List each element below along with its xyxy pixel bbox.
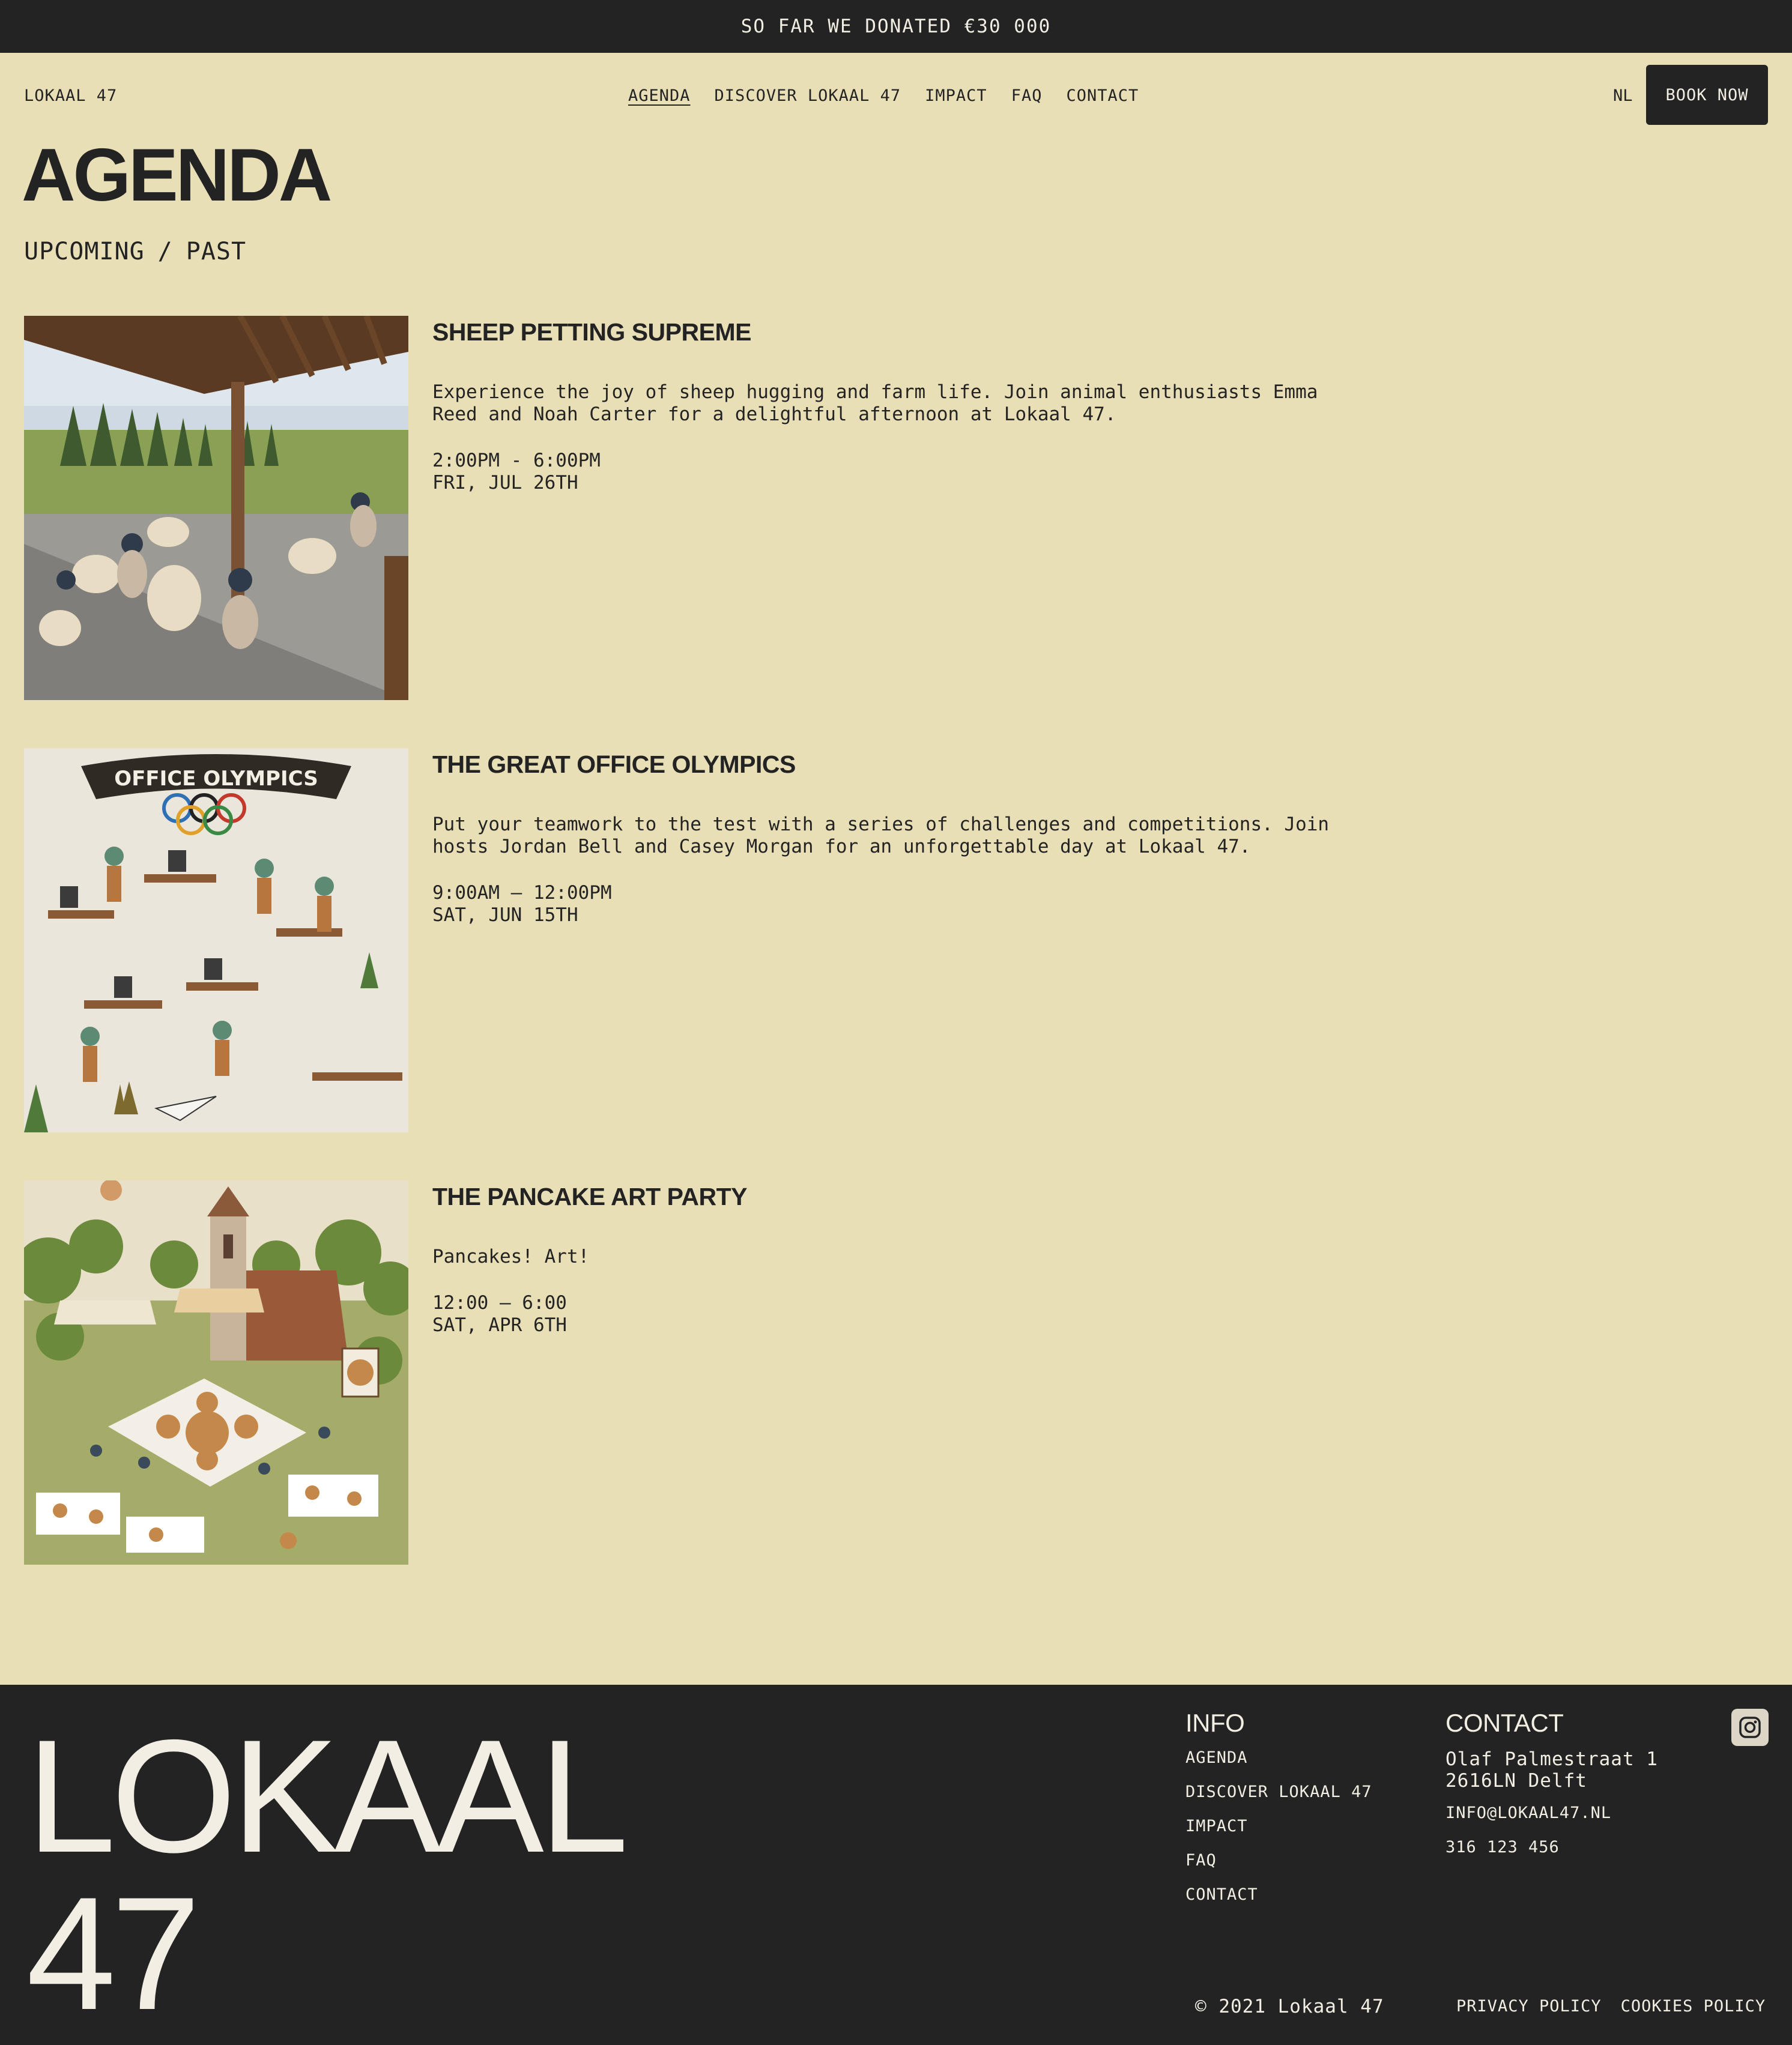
- nav-item-discover[interactable]: DISCOVER LOKAAL 47: [715, 86, 901, 105]
- event-info: THE GREAT OFFICE OLYMPICS Put your teamw…: [432, 748, 1393, 926]
- agenda-filter: UPCOMING / PAST: [24, 238, 246, 265]
- nav-item-faq[interactable]: FAQ: [1011, 86, 1043, 105]
- nav-item-agenda[interactable]: AGENDA: [628, 86, 691, 105]
- nav-item-contact[interactable]: CONTACT: [1066, 86, 1139, 105]
- event-image-office-olympics[interactable]: OFFICE OLYMPICS: [24, 748, 408, 1132]
- brand-logo[interactable]: LOKAAL 47: [24, 86, 117, 105]
- footer-brand-line1: LOKAAL: [26, 1706, 629, 1886]
- filter-upcoming[interactable]: UPCOMING: [24, 238, 145, 265]
- address-line-street: Olaf Palmestraat 1: [1445, 1748, 1658, 1770]
- event-card: SHEEP PETTING SUPREME Experience the joy…: [24, 316, 1405, 700]
- event-time: 9:00AM — 12:00PM: [432, 882, 612, 904]
- event-description: Put your teamwork to the test with a ser…: [432, 814, 1330, 857]
- copyright-text: © 2021 Lokaal 47: [1195, 1996, 1384, 2017]
- office-olympics-banner: OFFICE OLYMPICS: [114, 767, 318, 791]
- privacy-policy-link[interactable]: PRIVACY POLICY: [1456, 1997, 1602, 2016]
- event-card: OFFICE OLYMPICS THE GREAT OFFICE OLYMPIC…: [24, 748, 1405, 1132]
- footer-link-agenda[interactable]: AGENDA: [1185, 1748, 1372, 1767]
- footer-link-contact[interactable]: CONTACT: [1185, 1885, 1372, 1904]
- footer-contact-column: CONTACT Olaf Palmestraat 1 2616LN Delft …: [1445, 1709, 1658, 1872]
- legal-links: PRIVACY POLICY COOKIES POLICY: [1456, 1997, 1766, 2016]
- nav-item-impact[interactable]: IMPACT: [925, 86, 987, 105]
- event-description: Experience the joy of sheep hugging and …: [432, 381, 1318, 425]
- site-footer: LOKAAL 47 INFO AGENDA DISCOVER LOKAAL 47…: [0, 1685, 1792, 2045]
- event-image-sheep[interactable]: [24, 316, 408, 700]
- event-date: FRI, JUL 26TH: [432, 472, 578, 494]
- event-title[interactable]: SHEEP PETTING SUPREME: [432, 318, 1393, 346]
- footer-brand-line2: 47: [26, 1863, 201, 2043]
- filter-separator: /: [157, 238, 173, 265]
- event-date: SAT, APR 6TH: [432, 1314, 567, 1336]
- book-now-button[interactable]: BOOK NOW: [1646, 65, 1768, 125]
- address-line-city: 2616LN Delft: [1445, 1770, 1587, 1792]
- event-card: THE PANCAKE ART PARTY Pancakes! Art! 12:…: [24, 1180, 1405, 1565]
- donation-banner: SO FAR WE DONATED €30 000: [0, 0, 1792, 53]
- event-title[interactable]: THE GREAT OFFICE OLYMPICS: [432, 751, 1393, 779]
- event-description: Pancakes! Art!: [432, 1246, 590, 1267]
- footer-contact-heading: CONTACT: [1445, 1709, 1564, 1737]
- footer-phone[interactable]: 316 123 456: [1445, 1838, 1658, 1856]
- main-nav: LOKAAL 47 AGENDA DISCOVER LOKAAL 47 IMPA…: [0, 53, 1792, 139]
- event-date: SAT, JUN 15TH: [432, 904, 578, 926]
- footer-link-faq[interactable]: FAQ: [1185, 1851, 1372, 1870]
- filter-past[interactable]: PAST: [186, 238, 246, 265]
- event-info: SHEEP PETTING SUPREME Experience the joy…: [432, 316, 1393, 494]
- event-info: THE PANCAKE ART PARTY Pancakes! Art! 12:…: [432, 1180, 1393, 1337]
- nav-menu: AGENDA DISCOVER LOKAAL 47 IMPACT FAQ CON…: [628, 86, 1139, 105]
- footer-brand: LOKAAL 47: [26, 1706, 629, 2043]
- footer-email[interactable]: INFO@LOKAAL47.NL: [1445, 1804, 1658, 1822]
- event-title[interactable]: THE PANCAKE ART PARTY: [432, 1183, 1393, 1211]
- footer-info-heading: INFO: [1185, 1709, 1245, 1737]
- cookies-policy-link[interactable]: COOKIES POLICY: [1621, 1997, 1766, 2016]
- donation-text: SO FAR WE DONATED €30 000: [740, 16, 1052, 37]
- page-title: AGENDA: [22, 134, 332, 217]
- footer-address: Olaf Palmestraat 1 2616LN Delft: [1445, 1748, 1658, 1792]
- footer-link-impact[interactable]: IMPACT: [1185, 1817, 1372, 1835]
- event-image-pancake-art[interactable]: [24, 1180, 408, 1565]
- language-switch[interactable]: NL: [1613, 86, 1633, 105]
- event-time: 12:00 — 6:00: [432, 1292, 567, 1314]
- instagram-icon[interactable]: [1731, 1709, 1769, 1746]
- footer-link-discover[interactable]: DISCOVER LOKAAL 47: [1185, 1783, 1372, 1801]
- event-time: 2:00PM - 6:00PM: [432, 450, 601, 471]
- footer-info-column: INFO AGENDA DISCOVER LOKAAL 47 IMPACT FA…: [1185, 1709, 1372, 1920]
